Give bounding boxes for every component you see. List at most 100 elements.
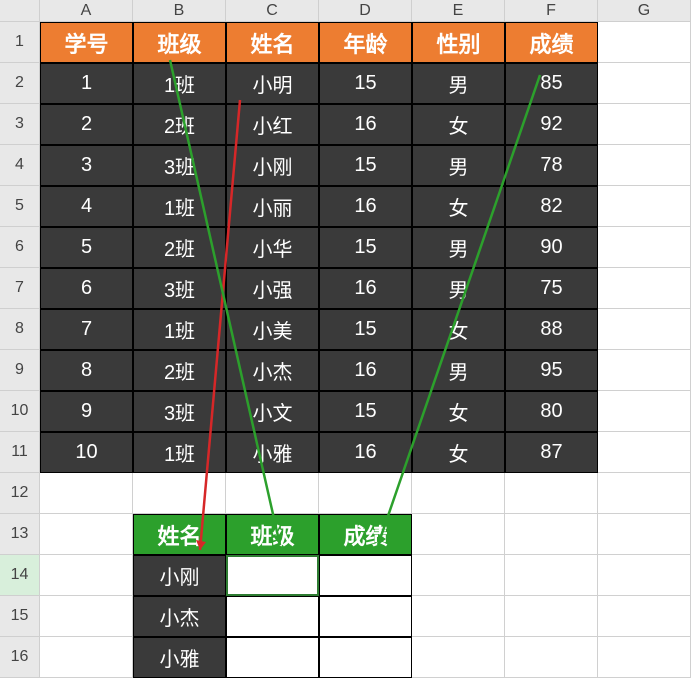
main-cell-r1-c3[interactable]: 16 xyxy=(319,104,412,145)
lookup-name-0[interactable]: 小刚 xyxy=(133,555,226,596)
main-cell-r2-c5[interactable]: 78 xyxy=(505,145,598,186)
main-cell-r5-c5[interactable]: 75 xyxy=(505,268,598,309)
lookup-name-1[interactable]: 小杰 xyxy=(133,596,226,637)
main-cell-r0-c0[interactable]: 1 xyxy=(40,63,133,104)
lookup-score-1[interactable] xyxy=(319,596,412,637)
main-cell-r7-c1[interactable]: 2班 xyxy=(133,350,226,391)
main-cell-r1-c4[interactable]: 女 xyxy=(412,104,505,145)
lookup-class-1[interactable] xyxy=(226,596,319,637)
column-header-D[interactable]: D xyxy=(319,0,412,22)
main-cell-r1-c2[interactable]: 小红 xyxy=(226,104,319,145)
main-header-2[interactable]: 姓名 xyxy=(226,22,319,63)
main-cell-r0-c4[interactable]: 男 xyxy=(412,63,505,104)
main-header-5[interactable]: 成绩 xyxy=(505,22,598,63)
column-header-C[interactable]: C xyxy=(226,0,319,22)
lookup-name-2[interactable]: 小雅 xyxy=(133,637,226,678)
main-cell-r5-c3[interactable]: 16 xyxy=(319,268,412,309)
cell-empty[interactable] xyxy=(598,473,691,514)
cell-empty[interactable] xyxy=(40,514,133,555)
main-cell-r2-c4[interactable]: 男 xyxy=(412,145,505,186)
main-cell-r7-c5[interactable]: 95 xyxy=(505,350,598,391)
main-cell-r7-c0[interactable]: 8 xyxy=(40,350,133,391)
cell-empty[interactable] xyxy=(505,637,598,678)
cell-empty[interactable] xyxy=(412,637,505,678)
main-cell-r8-c0[interactable]: 9 xyxy=(40,391,133,432)
column-header-A[interactable]: A xyxy=(40,0,133,22)
lookup-score-2[interactable] xyxy=(319,637,412,678)
cell-empty[interactable] xyxy=(598,145,691,186)
main-cell-r3-c0[interactable]: 4 xyxy=(40,186,133,227)
cell-empty[interactable] xyxy=(505,473,598,514)
row-header-3[interactable]: 3 xyxy=(0,104,40,145)
main-cell-r8-c5[interactable]: 80 xyxy=(505,391,598,432)
main-cell-r0-c1[interactable]: 1班 xyxy=(133,63,226,104)
main-cell-r9-c4[interactable]: 女 xyxy=(412,432,505,473)
lookup-header-0[interactable]: 姓名 xyxy=(133,514,226,555)
main-cell-r5-c0[interactable]: 6 xyxy=(40,268,133,309)
row-header-13[interactable]: 13 xyxy=(0,514,40,555)
cell-empty[interactable] xyxy=(505,555,598,596)
main-cell-r6-c0[interactable]: 7 xyxy=(40,309,133,350)
cell-empty[interactable] xyxy=(412,473,505,514)
main-cell-r2-c2[interactable]: 小刚 xyxy=(226,145,319,186)
main-cell-r5-c2[interactable]: 小强 xyxy=(226,268,319,309)
lookup-class-2[interactable] xyxy=(226,637,319,678)
row-header-14[interactable]: 14 xyxy=(0,555,40,596)
cell-empty[interactable] xyxy=(133,473,226,514)
lookup-header-1[interactable]: 班级 xyxy=(226,514,319,555)
main-cell-r7-c4[interactable]: 男 xyxy=(412,350,505,391)
main-cell-r4-c0[interactable]: 5 xyxy=(40,227,133,268)
main-cell-r6-c2[interactable]: 小美 xyxy=(226,309,319,350)
column-header-G[interactable]: G xyxy=(598,0,691,22)
main-cell-r0-c5[interactable]: 85 xyxy=(505,63,598,104)
row-header-6[interactable]: 6 xyxy=(0,227,40,268)
main-cell-r9-c5[interactable]: 87 xyxy=(505,432,598,473)
row-header-7[interactable]: 7 xyxy=(0,268,40,309)
main-cell-r3-c1[interactable]: 1班 xyxy=(133,186,226,227)
cell-empty[interactable] xyxy=(40,637,133,678)
row-header-1[interactable]: 1 xyxy=(0,22,40,63)
main-cell-r5-c4[interactable]: 男 xyxy=(412,268,505,309)
main-cell-r5-c1[interactable]: 3班 xyxy=(133,268,226,309)
main-cell-r8-c3[interactable]: 15 xyxy=(319,391,412,432)
main-cell-r4-c4[interactable]: 男 xyxy=(412,227,505,268)
row-header-15[interactable]: 15 xyxy=(0,596,40,637)
cell-empty[interactable] xyxy=(598,227,691,268)
cell-empty[interactable] xyxy=(412,596,505,637)
column-header-F[interactable]: F xyxy=(505,0,598,22)
main-cell-r6-c5[interactable]: 88 xyxy=(505,309,598,350)
cell-empty[interactable] xyxy=(598,63,691,104)
main-header-4[interactable]: 性别 xyxy=(412,22,505,63)
cell-empty[interactable] xyxy=(598,186,691,227)
main-header-0[interactable]: 学号 xyxy=(40,22,133,63)
row-header-5[interactable]: 5 xyxy=(0,186,40,227)
main-cell-r8-c2[interactable]: 小文 xyxy=(226,391,319,432)
row-header-16[interactable]: 16 xyxy=(0,637,40,678)
main-header-1[interactable]: 班级 xyxy=(133,22,226,63)
main-cell-r4-c3[interactable]: 15 xyxy=(319,227,412,268)
row-header-8[interactable]: 8 xyxy=(0,309,40,350)
cell-empty[interactable] xyxy=(598,309,691,350)
main-cell-r0-c3[interactable]: 15 xyxy=(319,63,412,104)
cell-empty[interactable] xyxy=(319,473,412,514)
cell-empty[interactable] xyxy=(598,22,691,63)
main-cell-r3-c2[interactable]: 小丽 xyxy=(226,186,319,227)
main-cell-r3-c3[interactable]: 16 xyxy=(319,186,412,227)
main-cell-r1-c1[interactable]: 2班 xyxy=(133,104,226,145)
main-cell-r1-c0[interactable]: 2 xyxy=(40,104,133,145)
cell-empty[interactable] xyxy=(412,555,505,596)
main-cell-r6-c3[interactable]: 15 xyxy=(319,309,412,350)
grid-corner[interactable] xyxy=(0,0,40,22)
cell-empty[interactable] xyxy=(40,473,133,514)
cell-empty[interactable] xyxy=(598,596,691,637)
cell-empty[interactable] xyxy=(598,268,691,309)
main-cell-r2-c1[interactable]: 3班 xyxy=(133,145,226,186)
main-cell-r2-c3[interactable]: 15 xyxy=(319,145,412,186)
spreadsheet-grid[interactable]: ABCDEFG 1学号班级姓名年龄性别成绩211班小明15男85322班小红16… xyxy=(0,0,691,678)
lookup-score-0[interactable] xyxy=(319,555,412,596)
main-cell-r2-c0[interactable]: 3 xyxy=(40,145,133,186)
main-cell-r3-c4[interactable]: 女 xyxy=(412,186,505,227)
main-cell-r7-c2[interactable]: 小杰 xyxy=(226,350,319,391)
main-cell-r9-c0[interactable]: 10 xyxy=(40,432,133,473)
cell-empty[interactable] xyxy=(40,555,133,596)
